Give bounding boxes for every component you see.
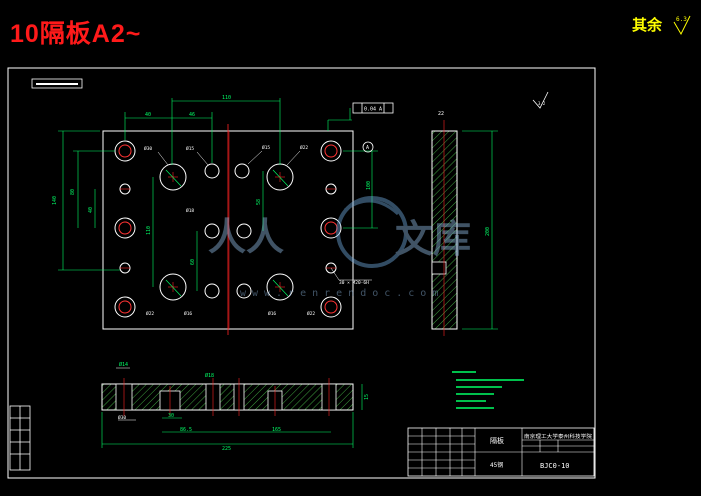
datum-marker: A [362,141,374,153]
title-block: 隔板 南京理工大学泰州科技学院 45钢 BJC0-10 [407,427,595,477]
svg-text:225: 225 [222,446,231,452]
title-block-school: 南京理工大学泰州科技学院 [524,433,592,440]
technical-notes [452,371,524,409]
cad-drawing: 6.3 40 46 110 140 80 40 110 60 58 100 Ø3… [7,15,691,479]
label-hole-22-c: Ø22 [307,310,315,317]
label-hole-16: Ø16 [184,310,192,317]
label-hole-22-b: Ø22 [146,310,154,317]
label-thread-note: 30 × M20-6H [339,280,369,286]
datum-label: A [366,145,369,151]
svg-text:40: 40 [88,207,94,213]
svg-text:文库: 文库 [395,217,471,261]
drawing-border [7,67,596,479]
svg-text:46: 46 [189,112,195,118]
title-block-part-name: 隔板 [490,436,504,445]
svg-text:40: 40 [145,112,151,118]
svg-text:Ø18: Ø18 [205,372,214,379]
roughness-value: 6.3 [676,16,687,23]
watermark-url: www.renrendoc.com [240,288,444,299]
label-hole-15-a: Ø15 [186,145,194,152]
svg-text:58: 58 [256,199,262,205]
svg-text:30: 30 [168,413,174,419]
label-hole-15-b: Ø15 [262,144,270,151]
svg-text:100: 100 [366,181,372,190]
tolerance-text: 0.04 A [364,107,382,113]
svg-text:140: 140 [52,196,58,205]
label-counterbore: Ø30 [144,145,152,152]
svg-text:Ø30: Ø30 [118,414,126,421]
svg-text:110: 110 [146,226,152,235]
svg-text:60: 60 [190,259,196,265]
svg-text:22: 22 [438,111,444,117]
svg-text:110: 110 [222,95,231,101]
label-hole-18: Ø18 [186,207,194,214]
section-view: 225 86.5 165 30 15 Ø18 Ø14 Ø30 [101,361,370,452]
svg-text:165: 165 [272,427,281,433]
svg-text:86.5: 86.5 [180,427,192,433]
title-block-drawing-number: BJC0-10 [540,462,570,470]
svg-text:15: 15 [364,394,370,400]
svg-text:80: 80 [70,189,76,195]
roughness-symbol-icon: 6.3 [673,15,691,36]
svg-text:Ø14: Ø14 [119,361,128,368]
title-block-material: 45钢 [490,461,503,469]
tolerance-frame: 0.04 A [352,102,394,114]
svg-text:人人: 人人 [208,215,284,259]
svg-text:3.2: 3.2 [538,101,546,106]
label-hole-22: Ø22 [300,144,308,151]
side-view: 200 22 3.2 [431,91,549,336]
label-hole-16-b: Ø16 [268,310,276,317]
revision-table [9,405,31,471]
svg-text:200: 200 [485,227,491,236]
